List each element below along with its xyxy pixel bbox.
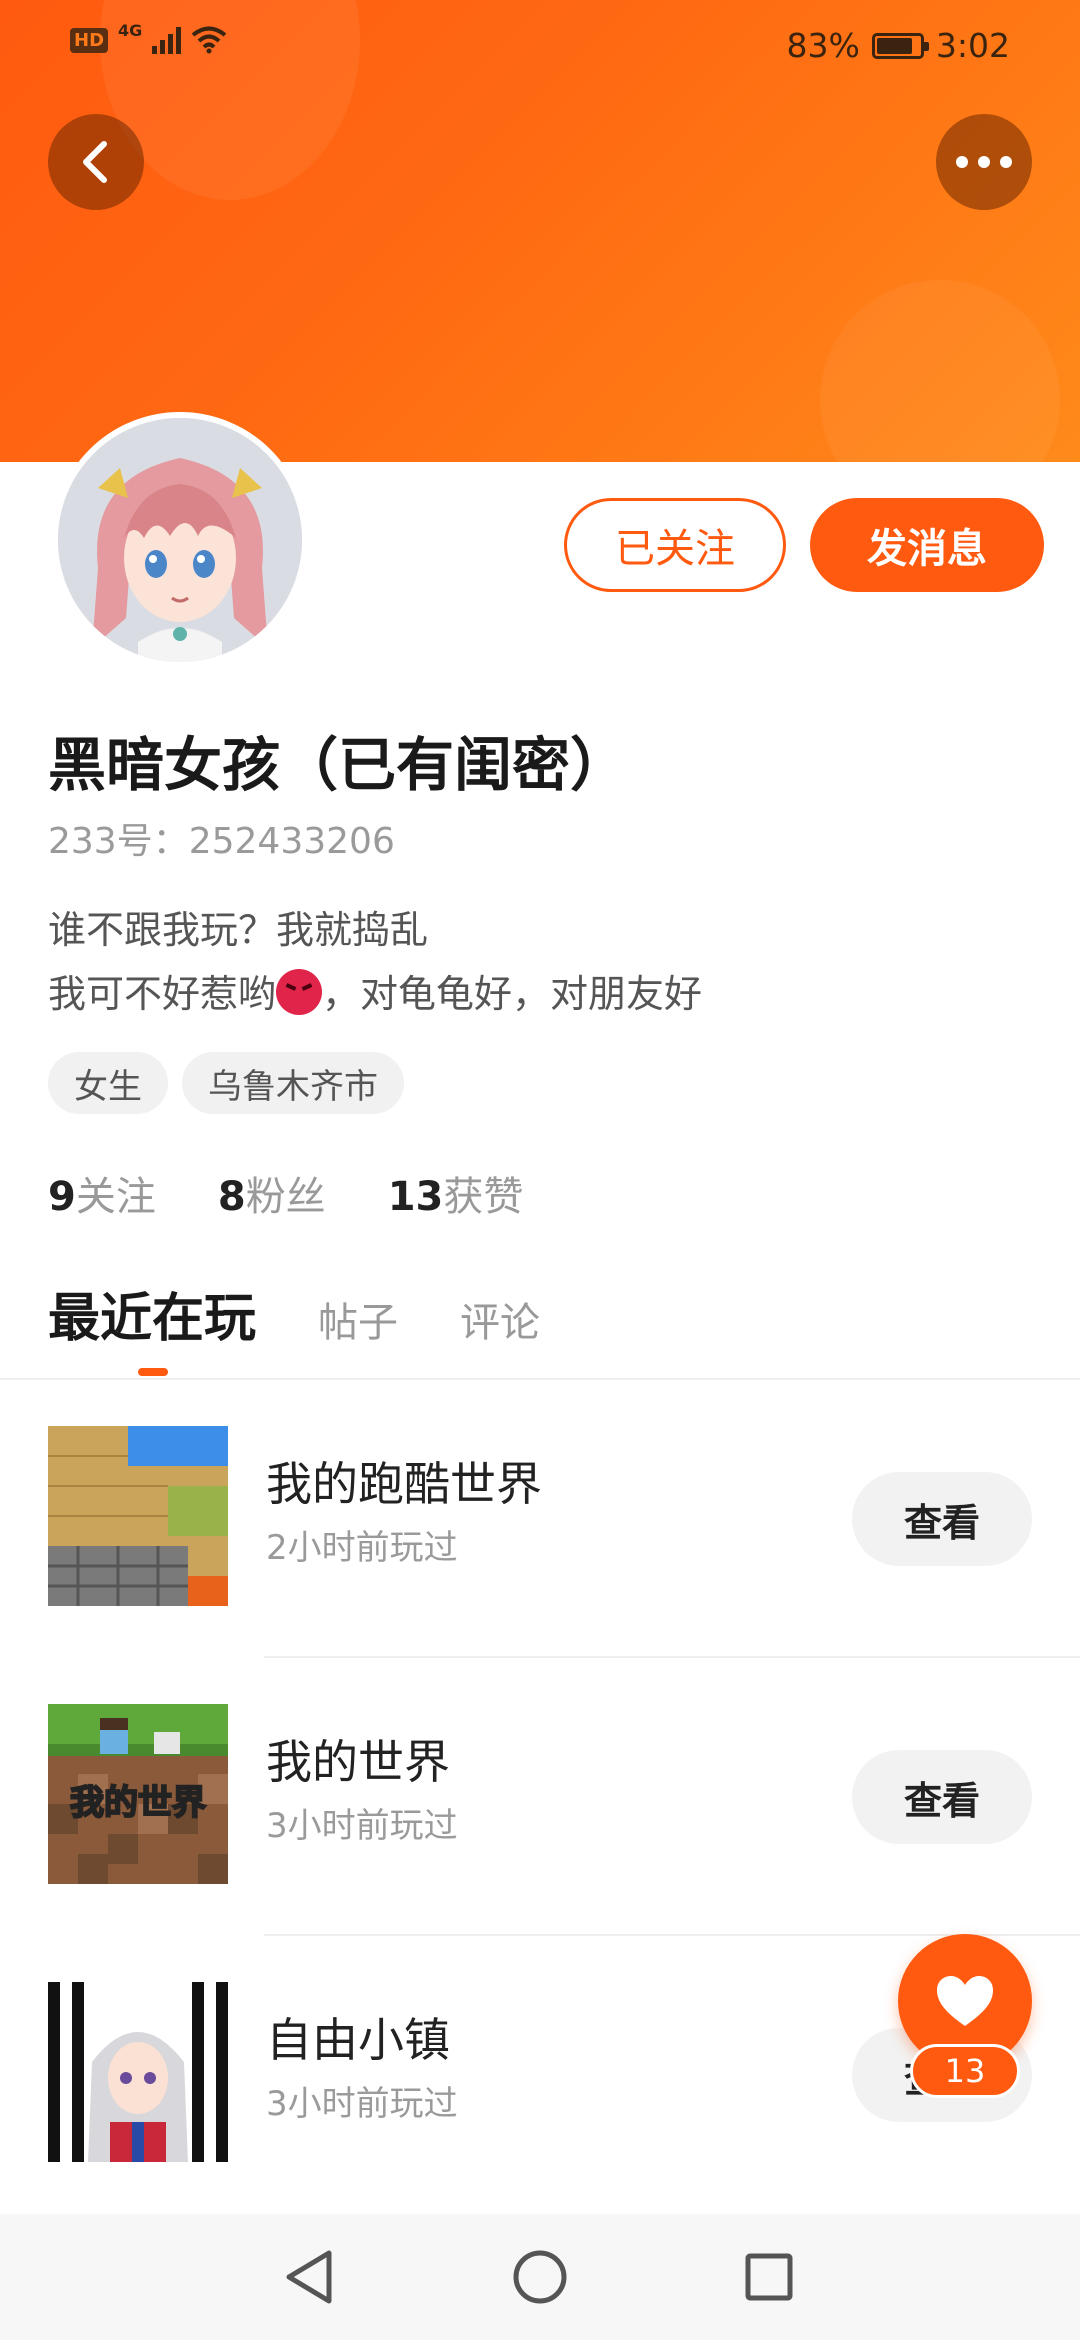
stat-following[interactable]: 9关注 (48, 1164, 156, 1222)
chevron-left-icon (83, 141, 107, 183)
bio-line-1: 谁不跟我玩？我就捣乱 (48, 908, 429, 952)
triangle-back-icon (286, 2250, 332, 2304)
stats-row: 9关注 8粉丝 13获赞 (48, 1164, 523, 1222)
game-logo-text: 我的世界 (70, 1783, 206, 1823)
stat-fans-count: 8 (217, 1174, 246, 1220)
status-bar: HD 4G 83% 3:02 (0, 0, 1080, 92)
battery-percent: 83% (786, 26, 860, 65)
game-thumbnail: 我的世界 (48, 1704, 228, 1884)
game-thumbnail (48, 1426, 228, 1606)
game-name: 我的世界 (266, 1735, 450, 1789)
bio: 谁不跟我玩？我就捣乱 我可不好惹哟 ，对龟龟好，对朋友好 (48, 898, 702, 1026)
game-last-played: 3小时前玩过 (266, 1806, 458, 1846)
stat-following-count: 9 (48, 1174, 76, 1220)
view-button[interactable]: 查看 (852, 1472, 1032, 1566)
send-message-button[interactable]: 发消息 (810, 498, 1044, 592)
bio-line-2: 我可不好惹哟 ，对龟龟好，对朋友好 (48, 962, 702, 1026)
nav-recents-button[interactable] (736, 2244, 802, 2310)
user-id: 233号：252433206 (48, 821, 395, 862)
tab-indicator (138, 1368, 168, 1376)
hd-badge: HD (70, 27, 109, 53)
stat-fans[interactable]: 8粉丝 (218, 1164, 326, 1222)
wifi-icon (192, 26, 227, 54)
bio-line-2-start: 我可不好惹哟 (48, 972, 277, 1016)
tab-posts[interactable]: 帖子 (318, 1290, 398, 1348)
stat-likes[interactable]: 13获赞 (388, 1164, 524, 1222)
game-name: 我的跑酷世界 (266, 1457, 542, 1511)
nav-home-button[interactable] (507, 2244, 573, 2310)
circle-home-icon (513, 2250, 567, 2304)
game-last-played: 2小时前玩过 (266, 1528, 458, 1568)
content-tabs: 最近在玩 帖子 评论 (48, 1276, 540, 1351)
nav-back-button[interactable] (276, 2244, 342, 2310)
more-dots-icon (956, 156, 1012, 168)
tag-location: 乌鲁木齐市 (182, 1052, 404, 1114)
square-recents-icon (745, 2253, 793, 2301)
stat-following-label: 关注 (75, 1174, 156, 1220)
like-count-badge: 13 (910, 2044, 1020, 2098)
list-item[interactable]: 我的世界 我的世界 3小时前玩过 查看 (0, 1658, 1080, 1936)
tab-comments[interactable]: 评论 (460, 1290, 540, 1348)
nickname: 黑暗女孩（已有闺密） (48, 731, 629, 799)
game-last-played: 3小时前玩过 (266, 2084, 458, 2124)
signal-icon (152, 26, 182, 54)
stat-likes-count: 13 (387, 1174, 444, 1220)
stat-likes-label: 获赞 (443, 1174, 524, 1220)
clock: 3:02 (935, 26, 1010, 65)
heart-icon (937, 1976, 993, 2026)
profile-tags: 女生 乌鲁木齐市 (48, 1052, 404, 1114)
list-item[interactable]: 我的跑酷世界 2小时前玩过 查看 (0, 1380, 1080, 1658)
game-name: 自由小镇 (266, 2013, 450, 2067)
game-thumbnail (48, 1982, 228, 2162)
system-nav-bar (0, 2214, 1080, 2340)
avatar[interactable] (52, 412, 308, 668)
stat-fans-label: 粉丝 (245, 1174, 326, 1220)
back-button[interactable] (48, 114, 144, 210)
more-button[interactable] (936, 114, 1032, 210)
followed-button[interactable]: 已关注 (564, 498, 786, 592)
tag-gender: 女生 (48, 1052, 168, 1114)
battery-icon (871, 32, 929, 59)
angry-face-icon (276, 969, 323, 1015)
network-type: 4G (118, 20, 143, 40)
tab-recently-played[interactable]: 最近在玩 (48, 1276, 256, 1351)
bio-line-2-end: ，对龟龟好，对朋友好 (322, 972, 703, 1016)
view-button[interactable]: 查看 (852, 1750, 1032, 1844)
avatar-image (58, 418, 302, 662)
